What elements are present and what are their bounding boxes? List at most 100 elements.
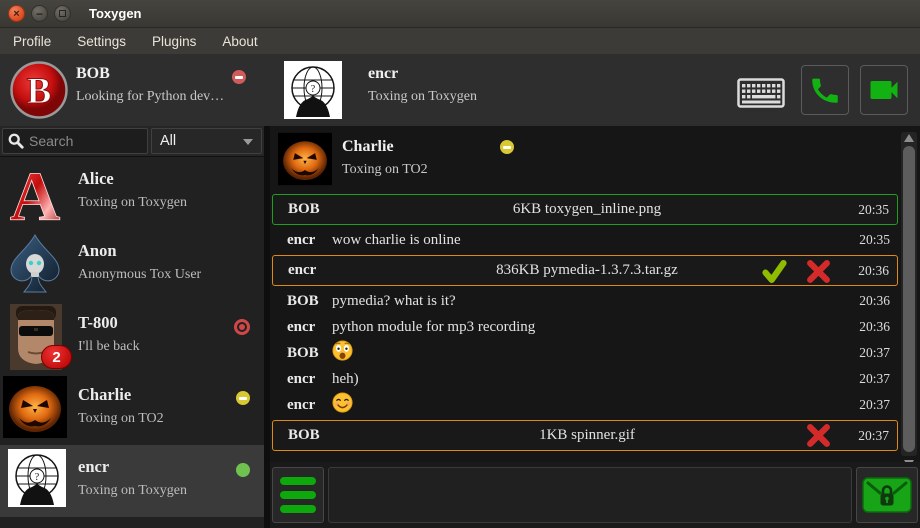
message-time: 20:37 [842, 345, 898, 361]
contact-filter-dropdown[interactable]: All [151, 128, 262, 154]
self-status-message[interactable]: Looking for Python dev… [76, 89, 224, 105]
phone-icon [808, 73, 842, 107]
message-time: 20:37 [841, 428, 897, 444]
file-transfer-label: 1KB spinner.gif [333, 427, 841, 444]
menu-profile[interactable]: Profile [0, 28, 64, 54]
status-away-icon [236, 391, 250, 405]
menu-about[interactable]: About [209, 28, 270, 54]
message-sender: BOB [273, 201, 333, 218]
self-name[interactable]: BOB [76, 65, 110, 83]
chat-peer-status-message: Toxing on TO2 [342, 162, 428, 178]
smileys-menu-button[interactable] [272, 467, 324, 523]
sidebar: All A Alice Toxing on Toxygen [0, 126, 264, 528]
message-sender: BOB [273, 427, 333, 444]
titlebar: × − Toxygen [0, 0, 920, 28]
message-text: heh) [332, 371, 842, 388]
message-row: encr wow charlie is online 20:35 [272, 227, 898, 253]
message-list: BOB 6KB toxygen_inline.png 20:35 encr wo… [272, 192, 898, 458]
cancel-file-button[interactable] [806, 423, 831, 448]
message-sender: encr [272, 232, 332, 249]
contact-anon[interactable]: Anon Anonymous Tox User [0, 229, 264, 301]
message-row: encr 20:37 [272, 392, 898, 418]
status-online-icon [236, 463, 250, 477]
close-button[interactable]: × [8, 5, 25, 22]
status-busy-icon [234, 319, 250, 335]
contact-t800[interactable]: T-800 I'll be back 2 [0, 301, 264, 373]
alice-avatar-graphic: A [3, 160, 67, 226]
pumpkin-avatar-graphic [278, 132, 332, 186]
chat-panel: Charlie Toxing on TO2 BOB 6KB toxygen_in… [270, 126, 920, 528]
search-icon [8, 133, 24, 149]
avatar [3, 232, 67, 298]
search-row: All [0, 126, 264, 156]
contact-name: encr [78, 457, 109, 477]
message-sender: encr [272, 397, 332, 414]
filter-value: All [160, 133, 176, 149]
video-camera-icon [866, 72, 902, 108]
chat-scrollbar[interactable] [901, 132, 917, 456]
friend-avatar: ? [284, 61, 342, 119]
menu-plugins[interactable]: Plugins [139, 28, 209, 54]
maximize-button[interactable] [54, 5, 71, 22]
message-input-bar [270, 462, 920, 528]
unread-count-badge: 2 [41, 345, 72, 369]
message-file-transfer[interactable]: encr 836KB pymedia-1.3.7.3.tar.gz 20:36 [272, 255, 898, 286]
message-sender: encr [272, 371, 332, 388]
scrollbar-thumb[interactable] [903, 146, 915, 452]
self-status-busy-icon[interactable] [232, 70, 246, 84]
message-emoji [332, 392, 842, 418]
message-file-transfer[interactable]: BOB 6KB toxygen_inline.png 20:35 [272, 194, 898, 225]
message-time: 20:35 [841, 202, 897, 218]
chat-peer-name: Charlie [342, 138, 394, 156]
message-emoji [332, 340, 842, 366]
svg-text:B: B [27, 71, 52, 112]
message-text: pymedia? what is it? [332, 293, 842, 310]
message-sender: encr [273, 262, 333, 279]
svg-text:A: A [10, 160, 61, 226]
file-transfer-actions [761, 258, 831, 285]
smiling-face-emoji-icon [332, 392, 353, 413]
file-transfer-actions [806, 423, 831, 448]
contact-encr[interactable]: ? encr Toxing on Toxygen [0, 445, 264, 517]
message-file-transfer[interactable]: BOB 1KB spinner.gif 20:37 [272, 420, 898, 451]
message-sender: BOB [272, 293, 332, 310]
contact-name: Alice [78, 169, 114, 189]
message-row: BOB pymedia? what is it? 20:36 [272, 288, 898, 314]
contact-status-message: Toxing on TO2 [78, 411, 164, 427]
search-box[interactable] [2, 128, 148, 154]
audio-call-button[interactable] [801, 65, 849, 115]
menubar: Profile Settings Plugins About [0, 28, 920, 54]
encrypted-send-icon [861, 474, 913, 516]
decline-file-button[interactable] [806, 259, 831, 284]
video-call-button[interactable] [860, 65, 908, 115]
message-time: 20:37 [842, 397, 898, 413]
contact-status-message: Anonymous Tox User [78, 267, 201, 283]
spade-skull-avatar-graphic [3, 232, 67, 298]
menu-settings[interactable]: Settings [64, 28, 139, 54]
message-input[interactable] [328, 467, 852, 523]
send-message-button[interactable] [856, 467, 918, 523]
contact-list: A Alice Toxing on Toxygen [0, 156, 264, 528]
accept-file-button[interactable] [761, 258, 788, 285]
contact-status-message: I'll be back [78, 339, 140, 355]
friend-status-message: Toxing on Toxygen [368, 89, 477, 105]
screen-keyboard-button[interactable] [737, 78, 785, 113]
avatar [3, 376, 67, 442]
minimize-button[interactable]: − [31, 5, 48, 22]
message-time: 20:35 [842, 232, 898, 248]
self-avatar[interactable]: B [10, 61, 68, 119]
contact-charlie[interactable]: Charlie Toxing on TO2 [0, 373, 264, 445]
scared-face-emoji-icon [332, 340, 353, 361]
message-row: BOB 20:37 [272, 340, 898, 366]
message-time: 20:36 [841, 263, 897, 279]
contact-status-message: Toxing on Toxygen [78, 195, 187, 211]
window-title: Toxygen [89, 6, 142, 21]
contact-alice[interactable]: A Alice Toxing on Toxygen [0, 157, 264, 229]
anonymous-avatar-graphic: ? [8, 448, 66, 508]
status-away-icon [500, 140, 514, 154]
toxygen-window: × − Toxygen Profile Settings Plugins Abo… [0, 0, 920, 528]
scroll-up-arrow-icon[interactable] [904, 134, 914, 142]
search-input[interactable] [29, 133, 142, 149]
maximize-icon [59, 10, 66, 17]
anonymous-avatar-graphic: ? [284, 61, 342, 119]
